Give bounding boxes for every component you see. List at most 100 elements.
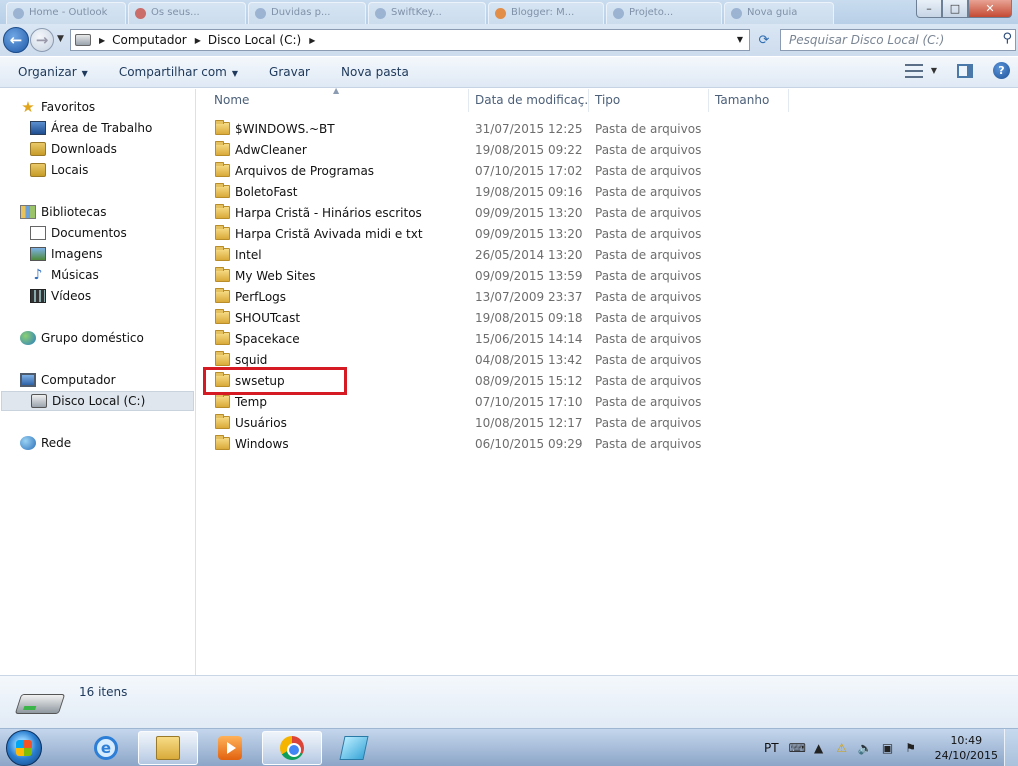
taskbar-windows-explorer[interactable]	[138, 731, 198, 765]
close-button[interactable]: ✕	[968, 0, 1012, 18]
organize-button[interactable]: Organizar ▼	[18, 65, 88, 79]
table-row[interactable]: Harpa Cristã Avivada midi e txt 09/09/201…	[197, 224, 1018, 245]
browser-tab[interactable]: Projeto...	[606, 2, 722, 24]
file-type: Pasta de arquivos	[595, 122, 702, 136]
help-icon[interactable]: ?	[993, 62, 1010, 79]
table-row[interactable]: Harpa Cristã - Hinários escritos 09/09/20…	[197, 203, 1018, 224]
network-icon	[20, 436, 36, 450]
file-type: Pasta de arquivos	[595, 395, 702, 409]
search-icon[interactable]: ⚲	[1002, 31, 1012, 46]
new-folder-button[interactable]: Nova pasta	[341, 65, 409, 79]
nav-pictures[interactable]: Imagens	[30, 244, 102, 264]
volume-icon[interactable]: 🔈	[858, 741, 873, 755]
nav-homegroup[interactable]: Grupo doméstico	[20, 328, 144, 348]
taskbar-media-player[interactable]	[200, 731, 260, 765]
breadcrumb-local-disk[interactable]: Disco Local (C:)	[208, 33, 301, 47]
browser-tab[interactable]: Os seus...	[128, 2, 246, 24]
nav-desktop[interactable]: Área de Trabalho	[30, 118, 152, 138]
search-input[interactable]: Pesquisar Disco Local (C:) ⚲	[780, 29, 1016, 51]
show-hidden-icons-icon[interactable]: ▲	[812, 741, 826, 755]
nav-local-disk[interactable]: Disco Local (C:)	[1, 391, 194, 411]
table-row[interactable]: BoletoFast 19/08/2015 09:16 Pasta de arqui…	[197, 182, 1018, 203]
table-row[interactable]: Usuários 10/08/2015 12:17 Pasta de arquivo…	[197, 413, 1018, 434]
tab-label: SwiftKey...	[391, 7, 442, 18]
view-controls: ▼ ?	[904, 62, 1010, 79]
share-button[interactable]: Compartilhar com ▼	[119, 65, 238, 79]
alert-icon[interactable]: ⚠	[835, 741, 849, 755]
file-date: 06/10/2015 09:29	[475, 437, 583, 451]
table-row[interactable]: Intel 26/05/2014 13:20 Pasta de arquivos	[197, 245, 1018, 266]
forward-button[interactable]: →	[30, 28, 54, 52]
breadcrumb-computer[interactable]: Computador	[112, 33, 187, 47]
tab-favicon	[613, 8, 624, 19]
taskbar: e PT ⌨ ▲ ⚠ 🔈 ▣ ⚑ 10:49 24/10/2015	[0, 728, 1018, 766]
chevron-right-icon[interactable]: ▶	[99, 36, 105, 45]
table-row[interactable]: Spacekace 15/06/2015 14:14 Pasta de arquiv…	[197, 329, 1018, 350]
tab-label: Duvidas p...	[271, 7, 331, 18]
nav-downloads[interactable]: Downloads	[30, 139, 117, 159]
browser-tab[interactable]: SwiftKey...	[368, 2, 486, 24]
table-row[interactable]: Arquivos de Programas 07/10/2015 17:02 Pas…	[197, 161, 1018, 182]
nav-label: Computador	[41, 373, 116, 387]
table-row[interactable]: AdwCleaner 19/08/2015 09:22 Pasta de arqui…	[197, 140, 1018, 161]
chevron-right-icon[interactable]: ▶	[309, 36, 315, 45]
browser-tab[interactable]: Blogger: M...	[488, 2, 604, 24]
browser-tab[interactable]: Home - Outlook	[6, 2, 126, 24]
nav-computer[interactable]: Computador	[20, 370, 116, 390]
views-icon[interactable]	[904, 63, 923, 78]
language-indicator[interactable]: PT	[764, 741, 779, 755]
maximize-button[interactable]: □	[942, 0, 968, 18]
clock[interactable]: 10:49 24/10/2015	[935, 733, 998, 763]
tab-favicon	[495, 8, 506, 19]
column-header-size[interactable]: Tamanho	[709, 89, 789, 112]
nav-documents[interactable]: Documentos	[30, 223, 127, 243]
file-type: Pasta de arquivos	[595, 353, 702, 367]
column-header-date[interactable]: Data de modificaç...	[469, 89, 589, 112]
browser-tab[interactable]: Duvidas p...	[248, 2, 366, 24]
taskbar-internet-explorer[interactable]: e	[76, 731, 136, 765]
table-row[interactable]: $WINDOWS.~BT 31/07/2015 12:25 Pasta de arq…	[197, 119, 1018, 140]
column-header-type[interactable]: Tipo	[589, 89, 709, 112]
views-dropdown-icon[interactable]: ▼	[931, 66, 937, 75]
address-dropdown-icon[interactable]: ▼	[737, 35, 743, 44]
minimize-button[interactable]: –	[916, 0, 942, 18]
tab-label: Nova guia	[747, 7, 798, 18]
table-row[interactable]: My Web Sites 09/09/2015 13:59 Pasta de arq…	[197, 266, 1018, 287]
column-header-name[interactable]: Nome	[208, 89, 469, 112]
preview-pane-icon[interactable]	[957, 63, 973, 78]
nav-places[interactable]: Locais	[30, 160, 88, 180]
nav-libraries[interactable]: Bibliotecas	[20, 202, 106, 222]
folder-icon	[215, 120, 230, 135]
history-dropdown-icon[interactable]: ▼	[57, 34, 64, 44]
show-desktop-button[interactable]	[1004, 729, 1018, 766]
table-row[interactable]: Temp 07/10/2015 17:10 Pasta de arquivos	[197, 392, 1018, 413]
start-button[interactable]	[6, 730, 42, 766]
desktop-icon	[30, 121, 46, 135]
folder-icon	[215, 162, 230, 177]
nav-videos[interactable]: Vídeos	[30, 286, 91, 306]
back-button[interactable]: ←	[3, 27, 29, 53]
refresh-icon[interactable]: ⟳	[752, 29, 776, 51]
file-name: Spacekace	[235, 332, 300, 346]
file-type: Pasta de arquivos	[595, 143, 702, 157]
network-tray-icon[interactable]: ▣	[881, 741, 895, 755]
chevron-right-icon[interactable]: ▶	[195, 36, 201, 45]
address-bar[interactable]: ▶ Computador ▶ Disco Local (C:) ▶ ▼	[70, 29, 750, 51]
address-row: ← → ▼ ▶ Computador ▶ Disco Local (C:) ▶ …	[0, 24, 1018, 56]
action-center-flag-icon[interactable]: ⚑	[904, 741, 918, 755]
table-row[interactable]: Windows 06/10/2015 09:29 Pasta de arquivos	[197, 434, 1018, 455]
file-type: Pasta de arquivos	[595, 206, 702, 220]
nav-network[interactable]: Rede	[20, 433, 71, 453]
taskbar-chrome[interactable]	[262, 731, 322, 765]
table-row[interactable]: SHOUTcast 19/08/2015 09:18 Pasta de arquiv…	[197, 308, 1018, 329]
taskbar-sticky-notes[interactable]	[324, 731, 384, 765]
nav-favorites[interactable]: ★ Favoritos	[20, 97, 95, 117]
keyboard-icon[interactable]: ⌨	[789, 741, 806, 755]
nav-music[interactable]: ♪ Músicas	[30, 265, 99, 285]
star-icon: ★	[21, 98, 35, 116]
system-tray: PT ⌨ ▲ ⚠ 🔈 ▣ ⚑ 10:49 24/10/2015	[764, 729, 1018, 766]
browser-tab[interactable]: Nova guia	[724, 2, 834, 24]
table-row[interactable]: PerfLogs 13/07/2009 23:37 Pasta de arquivo…	[197, 287, 1018, 308]
file-date: 15/06/2015 14:14	[475, 332, 583, 346]
burn-button[interactable]: Gravar	[269, 65, 310, 79]
